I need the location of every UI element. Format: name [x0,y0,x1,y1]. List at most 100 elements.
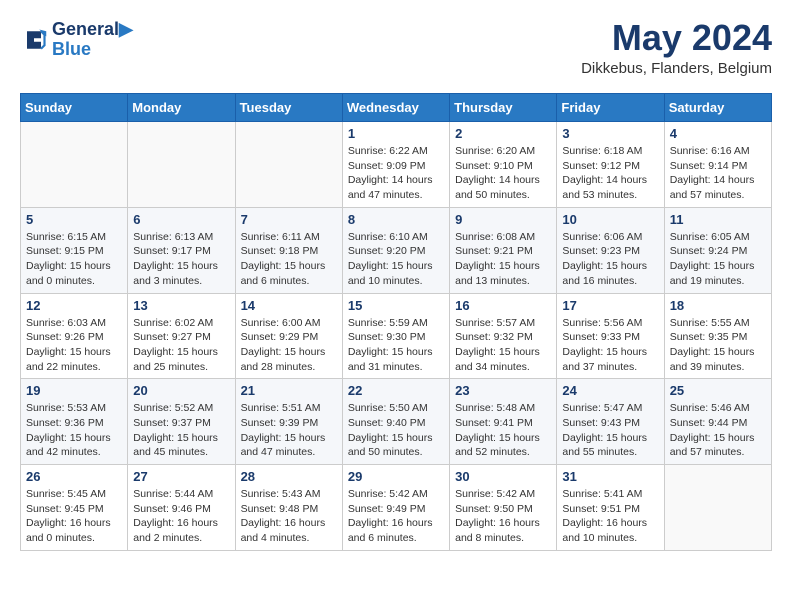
day-number: 17 [562,298,658,313]
calendar-cell: 8 Sunrise: 6:10 AMSunset: 9:20 PMDaylight… [342,207,449,293]
day-number: 14 [241,298,337,313]
day-number: 20 [133,383,229,398]
calendar-cell: 11 Sunrise: 6:05 AMSunset: 9:24 PMDayligh… [664,207,771,293]
day-number: 1 [348,126,444,141]
day-number: 31 [562,469,658,484]
calendar-week-1: 1Sunrise: 6:22 AMSunset: 9:09 PMDaylight… [21,122,772,208]
day-number: 12 [26,298,122,313]
day-number: 13 [133,298,229,313]
day-number: 7 [241,212,337,227]
weekday-header-wednesday: Wednesday [342,94,449,122]
calendar-cell: 18 Sunrise: 5:55 AMSunset: 9:35 PMDayligh… [664,293,771,379]
day-number: 9 [455,212,551,227]
weekday-header-sunday: Sunday [21,94,128,122]
calendar-week-3: 12Sunrise: 6:03 AMSunset: 9:26 PMDayligh… [21,293,772,379]
day-info: Sunrise: 5:55 AMSunset: 9:35 PMDaylight:… [670,316,766,375]
calendar-cell [128,122,235,208]
weekday-header-monday: Monday [128,94,235,122]
logo-icon [20,26,48,54]
day-number: 10 [562,212,658,227]
day-number: 6 [133,212,229,227]
calendar-cell: 10 Sunrise: 6:06 AMSunset: 9:23 PMDayligh… [557,207,664,293]
calendar-cell: 20 Sunrise: 5:52 AMSunset: 9:37 PMDayligh… [128,379,235,465]
month-title: May 2024 [581,20,772,56]
day-number: 3 [562,126,658,141]
day-info: Sunrise: 6:00 AMSunset: 9:29 PMDaylight:… [241,316,337,375]
day-number: 30 [455,469,551,484]
day-info: Sunrise: 6:20 AMSunset: 9:10 PMDaylight:… [455,144,551,203]
day-number: 25 [670,383,766,398]
day-number: 19 [26,383,122,398]
day-info: Sunrise: 5:42 AMSunset: 9:49 PMDaylight:… [348,487,444,546]
day-number: 16 [455,298,551,313]
calendar-cell [235,122,342,208]
calendar-cell: 15 Sunrise: 5:59 AMSunset: 9:30 PMDayligh… [342,293,449,379]
day-info: Sunrise: 6:18 AMSunset: 9:12 PMDaylight:… [562,144,658,203]
day-info: Sunrise: 5:56 AMSunset: 9:33 PMDaylight:… [562,316,658,375]
calendar-cell: 24 Sunrise: 5:47 AMSunset: 9:43 PMDayligh… [557,379,664,465]
day-number: 2 [455,126,551,141]
day-info: Sunrise: 6:05 AMSunset: 9:24 PMDaylight:… [670,230,766,289]
day-number: 4 [670,126,766,141]
day-info: Sunrise: 5:47 AMSunset: 9:43 PMDaylight:… [562,401,658,460]
calendar-cell: 7 Sunrise: 6:11 AMSunset: 9:18 PMDaylight… [235,207,342,293]
day-number: 8 [348,212,444,227]
weekday-header-thursday: Thursday [450,94,557,122]
calendar-cell: 22 Sunrise: 5:50 AMSunset: 9:40 PMDayligh… [342,379,449,465]
day-info: Sunrise: 5:57 AMSunset: 9:32 PMDaylight:… [455,316,551,375]
day-number: 26 [26,469,122,484]
day-number: 28 [241,469,337,484]
calendar-cell: 26 Sunrise: 5:45 AMSunset: 9:45 PMDayligh… [21,465,128,551]
day-info: Sunrise: 5:44 AMSunset: 9:46 PMDaylight:… [133,487,229,546]
calendar-cell: 16 Sunrise: 5:57 AMSunset: 9:32 PMDayligh… [450,293,557,379]
calendar-cell: 23 Sunrise: 5:48 AMSunset: 9:41 PMDayligh… [450,379,557,465]
day-info: Sunrise: 6:06 AMSunset: 9:23 PMDaylight:… [562,230,658,289]
calendar-week-2: 5Sunrise: 6:15 AMSunset: 9:15 PMDaylight… [21,207,772,293]
day-number: 5 [26,212,122,227]
day-number: 15 [348,298,444,313]
day-info: Sunrise: 5:52 AMSunset: 9:37 PMDaylight:… [133,401,229,460]
day-info: Sunrise: 6:08 AMSunset: 9:21 PMDaylight:… [455,230,551,289]
calendar-cell: 17 Sunrise: 5:56 AMSunset: 9:33 PMDayligh… [557,293,664,379]
calendar-cell: 5Sunrise: 6:15 AMSunset: 9:15 PMDaylight… [21,207,128,293]
day-info: Sunrise: 6:11 AMSunset: 9:18 PMDaylight:… [241,230,337,289]
day-number: 27 [133,469,229,484]
location: Dikkebus, Flanders, Belgium [581,60,772,77]
logo: General▶ Blue [20,20,133,60]
title-block: May 2024 Dikkebus, Flanders, Belgium [581,20,772,77]
day-number: 22 [348,383,444,398]
day-info: Sunrise: 6:16 AMSunset: 9:14 PMDaylight:… [670,144,766,203]
day-info: Sunrise: 6:13 AMSunset: 9:17 PMDaylight:… [133,230,229,289]
calendar-cell: 27 Sunrise: 5:44 AMSunset: 9:46 PMDayligh… [128,465,235,551]
weekday-header-saturday: Saturday [664,94,771,122]
day-info: Sunrise: 5:43 AMSunset: 9:48 PMDaylight:… [241,487,337,546]
calendar-cell [21,122,128,208]
day-number: 29 [348,469,444,484]
weekday-header-tuesday: Tuesday [235,94,342,122]
calendar-cell: 3 Sunrise: 6:18 AMSunset: 9:12 PMDaylight… [557,122,664,208]
calendar-cell: 2 Sunrise: 6:20 AMSunset: 9:10 PMDaylight… [450,122,557,208]
calendar-cell: 28 Sunrise: 5:43 AMSunset: 9:48 PMDayligh… [235,465,342,551]
day-info: Sunrise: 5:45 AMSunset: 9:45 PMDaylight:… [26,487,122,546]
day-number: 18 [670,298,766,313]
calendar-cell: 14 Sunrise: 6:00 AMSunset: 9:29 PMDayligh… [235,293,342,379]
day-number: 11 [670,212,766,227]
calendar-week-4: 19Sunrise: 5:53 AMSunset: 9:36 PMDayligh… [21,379,772,465]
calendar-cell: 21Sunrise: 5:51 AMSunset: 9:39 PMDayligh… [235,379,342,465]
calendar-cell: 25Sunrise: 5:46 AMSunset: 9:44 PMDayligh… [664,379,771,465]
day-number: 23 [455,383,551,398]
calendar-cell: 19Sunrise: 5:53 AMSunset: 9:36 PMDayligh… [21,379,128,465]
calendar-cell: 30 Sunrise: 5:42 AMSunset: 9:50 PMDayligh… [450,465,557,551]
day-info: Sunrise: 5:48 AMSunset: 9:41 PMDaylight:… [455,401,551,460]
day-info: Sunrise: 5:59 AMSunset: 9:30 PMDaylight:… [348,316,444,375]
day-info: Sunrise: 5:42 AMSunset: 9:50 PMDaylight:… [455,487,551,546]
calendar-cell: 31 Sunrise: 5:41 AMSunset: 9:51 PMDayligh… [557,465,664,551]
logo-text: General▶ Blue [52,20,133,60]
day-number: 21 [241,383,337,398]
day-number: 24 [562,383,658,398]
day-info: Sunrise: 6:10 AMSunset: 9:20 PMDaylight:… [348,230,444,289]
calendar-cell: 13 Sunrise: 6:02 AMSunset: 9:27 PMDayligh… [128,293,235,379]
day-info: Sunrise: 5:50 AMSunset: 9:40 PMDaylight:… [348,401,444,460]
day-info: Sunrise: 5:41 AMSunset: 9:51 PMDaylight:… [562,487,658,546]
day-info: Sunrise: 6:02 AMSunset: 9:27 PMDaylight:… [133,316,229,375]
